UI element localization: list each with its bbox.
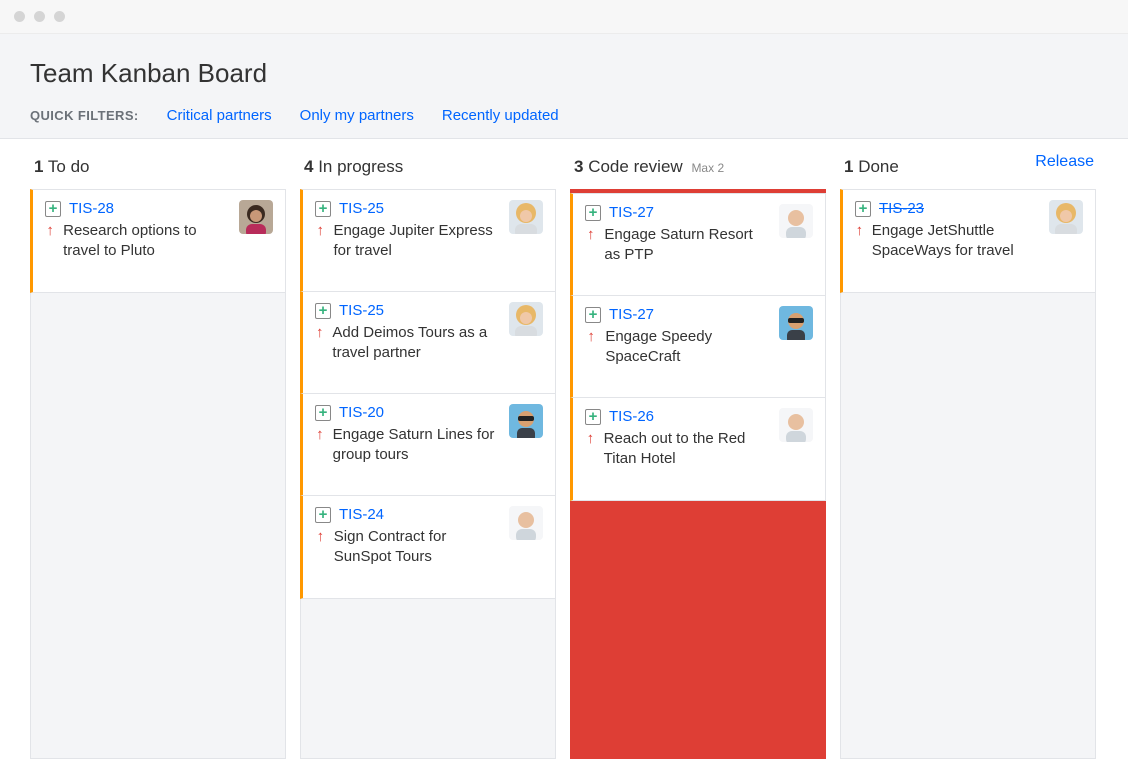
issue-card[interactable]: + TIS-24 ↑ Sign Contract for SunSpot Tours [300, 495, 556, 599]
column-body[interactable]: + TIS-28 ↑ Research options to travel to Pl… [30, 189, 286, 759]
issue-key-link[interactable]: TIS-28 [69, 200, 114, 217]
issue-card[interactable]: + TIS-20 ↑ Engage Saturn Lines for group to… [300, 393, 556, 497]
page-title: Team Kanban Board [30, 58, 1098, 89]
quick-filters-row: QUICK FILTERS: Critical partners Only my… [30, 107, 1098, 124]
issue-key-link[interactable]: TIS-27 [609, 204, 654, 221]
column-overflow-indicator [570, 500, 826, 759]
column-max: Max 2 [691, 161, 724, 175]
priority-icon: ↑ [585, 429, 596, 449]
board-column: 4 In progress + TIS-25 ↑ Engage Jupiter Expr… [300, 149, 556, 759]
assignee-avatar[interactable] [239, 200, 273, 234]
assignee-avatar[interactable] [1049, 200, 1083, 234]
quick-filter-link[interactable]: Critical partners [167, 107, 272, 124]
issue-card[interactable]: + TIS-27 ↑ Engage Speedy SpaceCraft [570, 295, 826, 399]
column-header: 4 In progress [300, 149, 556, 189]
quick-filter-link[interactable]: Only my partners [300, 107, 414, 124]
board-header: Team Kanban Board QUICK FILTERS: Critica… [0, 34, 1128, 139]
quick-filter-link[interactable]: Recently updated [442, 107, 559, 124]
column-body[interactable]: + TIS-23 ↑ Engage JetShuttle SpaceWays for … [840, 189, 1096, 759]
issue-summary: Engage Jupiter Express for travel [333, 221, 499, 262]
assignee-avatar[interactable] [509, 200, 543, 234]
issue-card[interactable]: + TIS-25 ↑ Add Deimos Tours as a travel par… [300, 291, 556, 395]
story-icon: + [315, 507, 331, 523]
column-title: To do [48, 157, 90, 176]
story-icon: + [585, 409, 601, 425]
issue-summary: Reach out to the Red Titan Hotel [604, 429, 769, 470]
priority-icon: ↑ [315, 323, 324, 343]
issue-summary: Research options to travel to Pluto [63, 221, 229, 262]
priority-icon: ↑ [315, 221, 325, 241]
board-column: 1 To do + TIS-28 ↑ Research options to trave… [30, 149, 286, 759]
board-column: 1 Done + TIS-23 ↑ Engage JetShuttle SpaceWay… [840, 149, 1096, 759]
window-chrome [0, 0, 1128, 34]
column-count: 1 [844, 157, 853, 176]
kanban-board: Release 1 To do + TIS-28 ↑ Research options … [0, 139, 1128, 759]
assignee-avatar[interactable] [779, 306, 813, 340]
issue-key-link[interactable]: TIS-24 [339, 506, 384, 523]
traffic-light-zoom[interactable] [54, 11, 65, 22]
issue-summary: Engage Speedy SpaceCraft [605, 327, 769, 368]
issue-card[interactable]: + TIS-23 ↑ Engage JetShuttle SpaceWays for … [840, 189, 1096, 293]
issue-card[interactable]: + TIS-28 ↑ Research options to travel to Pl… [30, 189, 286, 293]
column-header: 1 To do [30, 149, 286, 189]
quick-filters-label: QUICK FILTERS: [30, 108, 139, 123]
column-title: Code review [588, 157, 683, 176]
traffic-light-minimize[interactable] [34, 11, 45, 22]
story-icon: + [855, 201, 871, 217]
story-icon: + [45, 201, 61, 217]
column-title: Done [858, 157, 899, 176]
priority-icon: ↑ [315, 527, 326, 547]
issue-key-link[interactable]: TIS-25 [339, 302, 384, 319]
assignee-avatar[interactable] [509, 404, 543, 438]
issue-card[interactable]: + TIS-27 ↑ Engage Saturn Resort as PTP [570, 193, 826, 297]
issue-key-link[interactable]: TIS-20 [339, 404, 384, 421]
issue-key-link[interactable]: TIS-27 [609, 306, 654, 323]
priority-icon: ↑ [585, 225, 596, 245]
board-column: 3 Code review Max 2 + TIS-27 ↑ Engage Saturn… [570, 149, 826, 759]
assignee-avatar[interactable] [779, 204, 813, 238]
priority-icon: ↑ [45, 221, 55, 241]
issue-summary: Engage Saturn Lines for group tours [333, 425, 499, 466]
column-title: In progress [318, 157, 403, 176]
assignee-avatar[interactable] [779, 408, 813, 442]
priority-icon: ↑ [585, 327, 597, 347]
priority-icon: ↑ [315, 425, 325, 445]
issue-key-link[interactable]: TIS-25 [339, 200, 384, 217]
issue-key-link[interactable]: TIS-26 [609, 408, 654, 425]
story-icon: + [315, 201, 331, 217]
column-count: 1 [34, 157, 43, 176]
assignee-avatar[interactable] [509, 506, 543, 540]
story-icon: + [585, 205, 601, 221]
assignee-avatar[interactable] [509, 302, 543, 336]
issue-key-link[interactable]: TIS-23 [879, 200, 924, 217]
issue-summary: Engage Saturn Resort as PTP [604, 225, 769, 266]
issue-card[interactable]: + TIS-26 ↑ Reach out to the Red Titan Hotel [570, 397, 826, 501]
release-link[interactable]: Release [1035, 153, 1094, 171]
traffic-light-close[interactable] [14, 11, 25, 22]
issue-summary: Sign Contract for SunSpot Tours [334, 527, 499, 568]
column-count: 3 [574, 157, 583, 176]
story-icon: + [315, 405, 331, 421]
issue-summary: Engage JetShuttle SpaceWays for travel [872, 221, 1039, 262]
column-count: 4 [304, 157, 313, 176]
story-icon: + [585, 307, 601, 323]
column-body[interactable]: +TIS-27↑Engage Saturn Resort as PTP+TIS-… [570, 189, 826, 759]
column-body[interactable]: + TIS-25 ↑ Engage Jupiter Express for trave… [300, 189, 556, 759]
issue-summary: Add Deimos Tours as a travel partner [332, 323, 499, 364]
issue-card[interactable]: + TIS-25 ↑ Engage Jupiter Express for trave… [300, 189, 556, 293]
column-header: 3 Code review Max 2 [570, 149, 826, 189]
priority-icon: ↑ [855, 221, 864, 241]
story-icon: + [315, 303, 331, 319]
